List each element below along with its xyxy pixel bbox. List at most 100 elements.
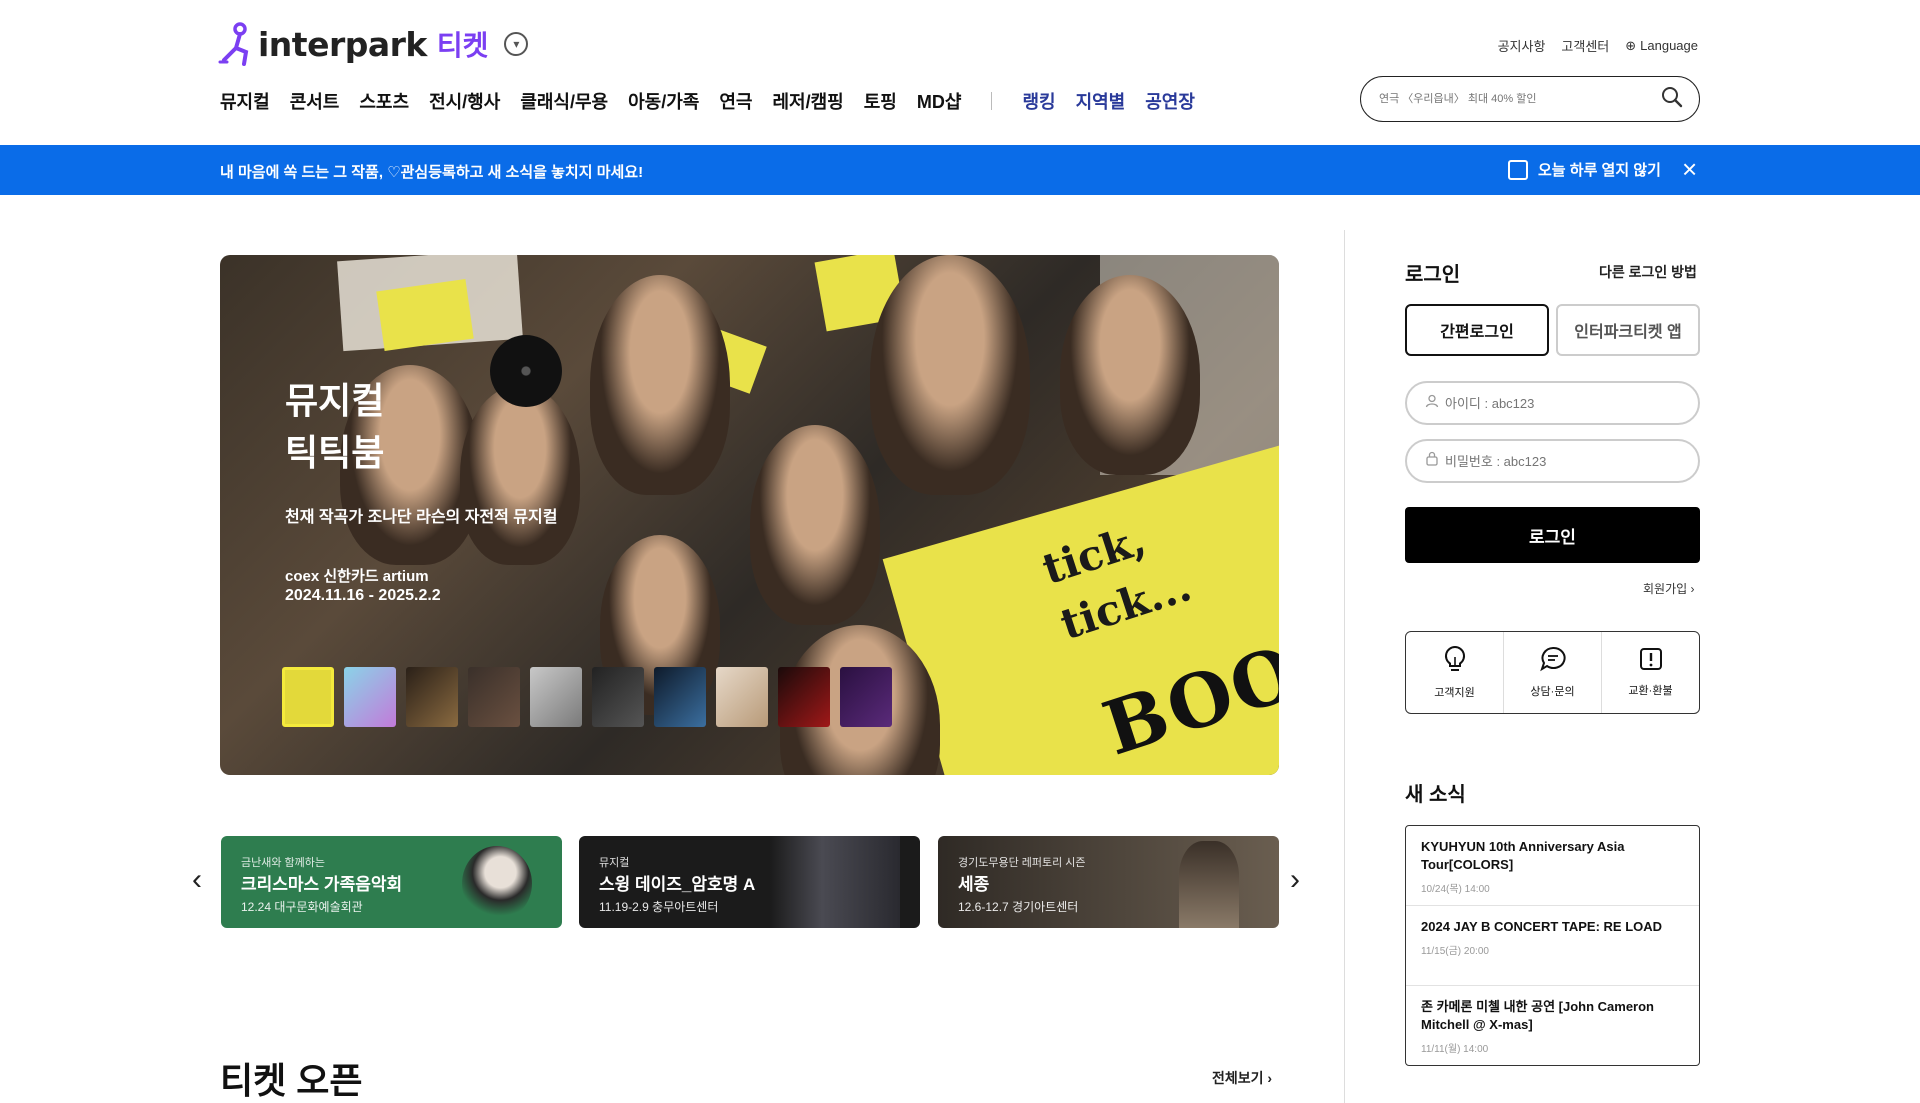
app-login-tab[interactable]: 인터파크티켓 앱	[1556, 304, 1700, 356]
nav-item-classic[interactable]: 클래식/무용	[520, 88, 608, 114]
dismiss-today-checkbox[interactable]: 오늘 하루 열지 않기	[1508, 159, 1661, 180]
login-title: 로그인	[1405, 264, 1461, 286]
search-box	[1360, 76, 1700, 122]
hero-banner[interactable]: 뮤지컬 틱틱붐 천재 작곡가 조나단 라슨의 자전적 뮤지컬 coex 신한카드…	[220, 255, 1279, 775]
signup-label: 회원가입	[1643, 582, 1688, 596]
news-item-title: KYUHYUN 10th Anniversary Asia Tour[COLOR…	[1421, 839, 1625, 872]
nav-item-mdshop[interactable]: MD샵	[917, 88, 962, 114]
cast-photo	[750, 425, 880, 625]
alert-icon	[1639, 647, 1663, 674]
brand-sub: 티켓	[436, 30, 489, 61]
ticket-open-title: 티켓 오픈	[220, 1060, 363, 1101]
logo[interactable]: interpark 티켓 ▾	[218, 20, 529, 68]
logo-mark-icon	[218, 22, 252, 66]
promo-category: 뮤지컬	[599, 857, 630, 869]
nav-item-venue[interactable]: 공연장	[1145, 88, 1195, 114]
hero-thumbnail[interactable]	[468, 667, 520, 727]
news-item-date: 10/24(목) 14:00	[1421, 884, 1490, 895]
promo-title: 크리스마스 가족음악회	[241, 875, 403, 894]
chevron-right-icon: ›	[1267, 1070, 1273, 1086]
hero-thumbnail[interactable]	[778, 667, 830, 727]
promo-image	[1179, 841, 1239, 928]
news-item[interactable]: 존 카메론 미첼 내한 공연 [John Cameron Mitchell @ …	[1406, 986, 1699, 1066]
nav-item-play[interactable]: 연극	[719, 88, 752, 114]
utility-links: 공지사항 고객센터 ⊕ Language	[1498, 36, 1698, 55]
promo-info: 12.6-12.7 경기아트센터	[958, 900, 1079, 914]
notice-link[interactable]: 공지사항	[1498, 36, 1546, 55]
hero-dates: 2024.11.16 - 2025.2.2	[285, 587, 441, 604]
help-menu: 고객지원 상담·문의 교환·환불	[1405, 631, 1700, 714]
promo-category: 금난새와 함께하는	[241, 857, 326, 869]
cast-photo	[460, 385, 580, 565]
promo-info: 11.19-2.9 충무아트센터	[599, 900, 719, 914]
lock-icon	[1425, 451, 1439, 471]
hero-thumbnail[interactable]	[592, 667, 644, 727]
help-item-support[interactable]: 고객지원	[1406, 632, 1504, 713]
hero-thumbnail[interactable]	[530, 667, 582, 727]
hero-title-line2: 틱틱붐	[285, 432, 385, 473]
hero-subtitle: 천재 작곡가 조나단 라슨의 자전적 뮤지컬	[285, 509, 558, 526]
nav-item-region[interactable]: 지역별	[1076, 88, 1126, 114]
other-login-link[interactable]: 다른 로그인 방법	[1599, 262, 1697, 282]
hero-thumbnail[interactable]	[282, 667, 334, 727]
signup-link[interactable]: 회원가입 ›	[1643, 580, 1695, 597]
nav-item-topping[interactable]: 토핑	[864, 88, 897, 114]
password-input[interactable]	[1445, 453, 1698, 469]
news-item[interactable]: KYUHYUN 10th Anniversary Asia Tour[COLOR…	[1406, 826, 1699, 906]
news-item-date: 11/11(월) 14:00	[1421, 1044, 1489, 1055]
easy-login-tab[interactable]: 간편로그인	[1405, 304, 1549, 356]
hero-thumbnails	[282, 667, 892, 727]
password-field	[1405, 439, 1700, 483]
hero-thumbnail[interactable]	[406, 667, 458, 727]
search-input[interactable]	[1379, 93, 1661, 105]
notice-bar: 내 마음에 쏙 드는 그 작품, ♡관심등록하고 새 소식을 놓치지 마세요! …	[0, 145, 1920, 195]
search-icon[interactable]	[1661, 86, 1683, 113]
language-selector[interactable]: ⊕ Language	[1625, 38, 1698, 54]
hero-venue: coex 신한카드 artium	[285, 568, 429, 585]
help-item-refund[interactable]: 교환·환불	[1602, 632, 1699, 713]
yellow-paper	[376, 279, 474, 351]
hero-thumbnail[interactable]	[840, 667, 892, 727]
id-input[interactable]	[1445, 395, 1698, 411]
nav-item-ranking[interactable]: 랭킹	[1022, 88, 1055, 114]
promo-card[interactable]: 뮤지컬 스윙 데이즈_암호명 A 11.19-2.9 충무아트센터	[579, 836, 920, 928]
cast-photo	[870, 255, 1030, 495]
nav-item-exhibition[interactable]: 전시/행사	[429, 88, 500, 114]
view-all-link[interactable]: 전체보기 ›	[1212, 1068, 1272, 1088]
promo-title: 세종	[958, 875, 990, 894]
hero-title: 뮤지컬 틱틱붐	[285, 375, 384, 479]
news-title: 새 소식	[1405, 784, 1466, 806]
nav-item-kids[interactable]: 아동/가족	[628, 88, 699, 114]
promo-info: 12.24 대구문화예술회관	[241, 900, 363, 914]
promo-next-icon[interactable]: ›	[1290, 863, 1300, 897]
news-item[interactable]: 2024 JAY B CONCERT TAPE: RE LOAD 11/15(금…	[1406, 906, 1699, 986]
nav-item-concert[interactable]: 콘서트	[290, 88, 340, 114]
cast-photo	[1060, 275, 1200, 475]
hero-thumbnail[interactable]	[654, 667, 706, 727]
language-label: Language	[1640, 38, 1698, 53]
help-item-label: 교환·환불	[1628, 685, 1673, 697]
promo-prev-icon[interactable]: ‹	[192, 863, 202, 897]
login-button[interactable]: 로그인	[1405, 507, 1700, 563]
hero-thumbnail[interactable]	[716, 667, 768, 727]
promo-card[interactable]: 금난새와 함께하는 크리스마스 가족음악회 12.24 대구문화예술회관	[221, 836, 562, 928]
hero-thumbnail[interactable]	[344, 667, 396, 727]
globe-icon: ⊕	[1625, 37, 1637, 53]
checkbox-icon	[1508, 159, 1528, 180]
service-dropdown-icon[interactable]: ▾	[504, 32, 529, 56]
brand-name: interpark	[258, 24, 427, 64]
help-item-inquiry[interactable]: 상담·문의	[1504, 632, 1602, 713]
news-list: KYUHYUN 10th Anniversary Asia Tour[COLOR…	[1405, 825, 1700, 1066]
promo-image	[462, 846, 532, 921]
promo-card[interactable]: 경기도무용단 레퍼토리 시즌 세종 12.6-12.7 경기아트센터	[938, 836, 1279, 928]
nav-item-leisure[interactable]: 레저/캠핑	[773, 88, 844, 114]
hero-title-line1: 뮤지컬	[285, 380, 385, 421]
dismiss-today-label: 오늘 하루 열지 않기	[1538, 162, 1661, 179]
help-item-label: 상담·문의	[1530, 686, 1575, 698]
close-icon[interactable]: ×	[1682, 154, 1697, 185]
nav-divider	[991, 92, 993, 110]
nav-item-musical[interactable]: 뮤지컬	[220, 88, 270, 114]
customer-center-link[interactable]: 고객센터	[1561, 36, 1609, 55]
nav-item-sports[interactable]: 스포츠	[359, 88, 409, 114]
view-all-label: 전체보기	[1212, 1070, 1264, 1086]
